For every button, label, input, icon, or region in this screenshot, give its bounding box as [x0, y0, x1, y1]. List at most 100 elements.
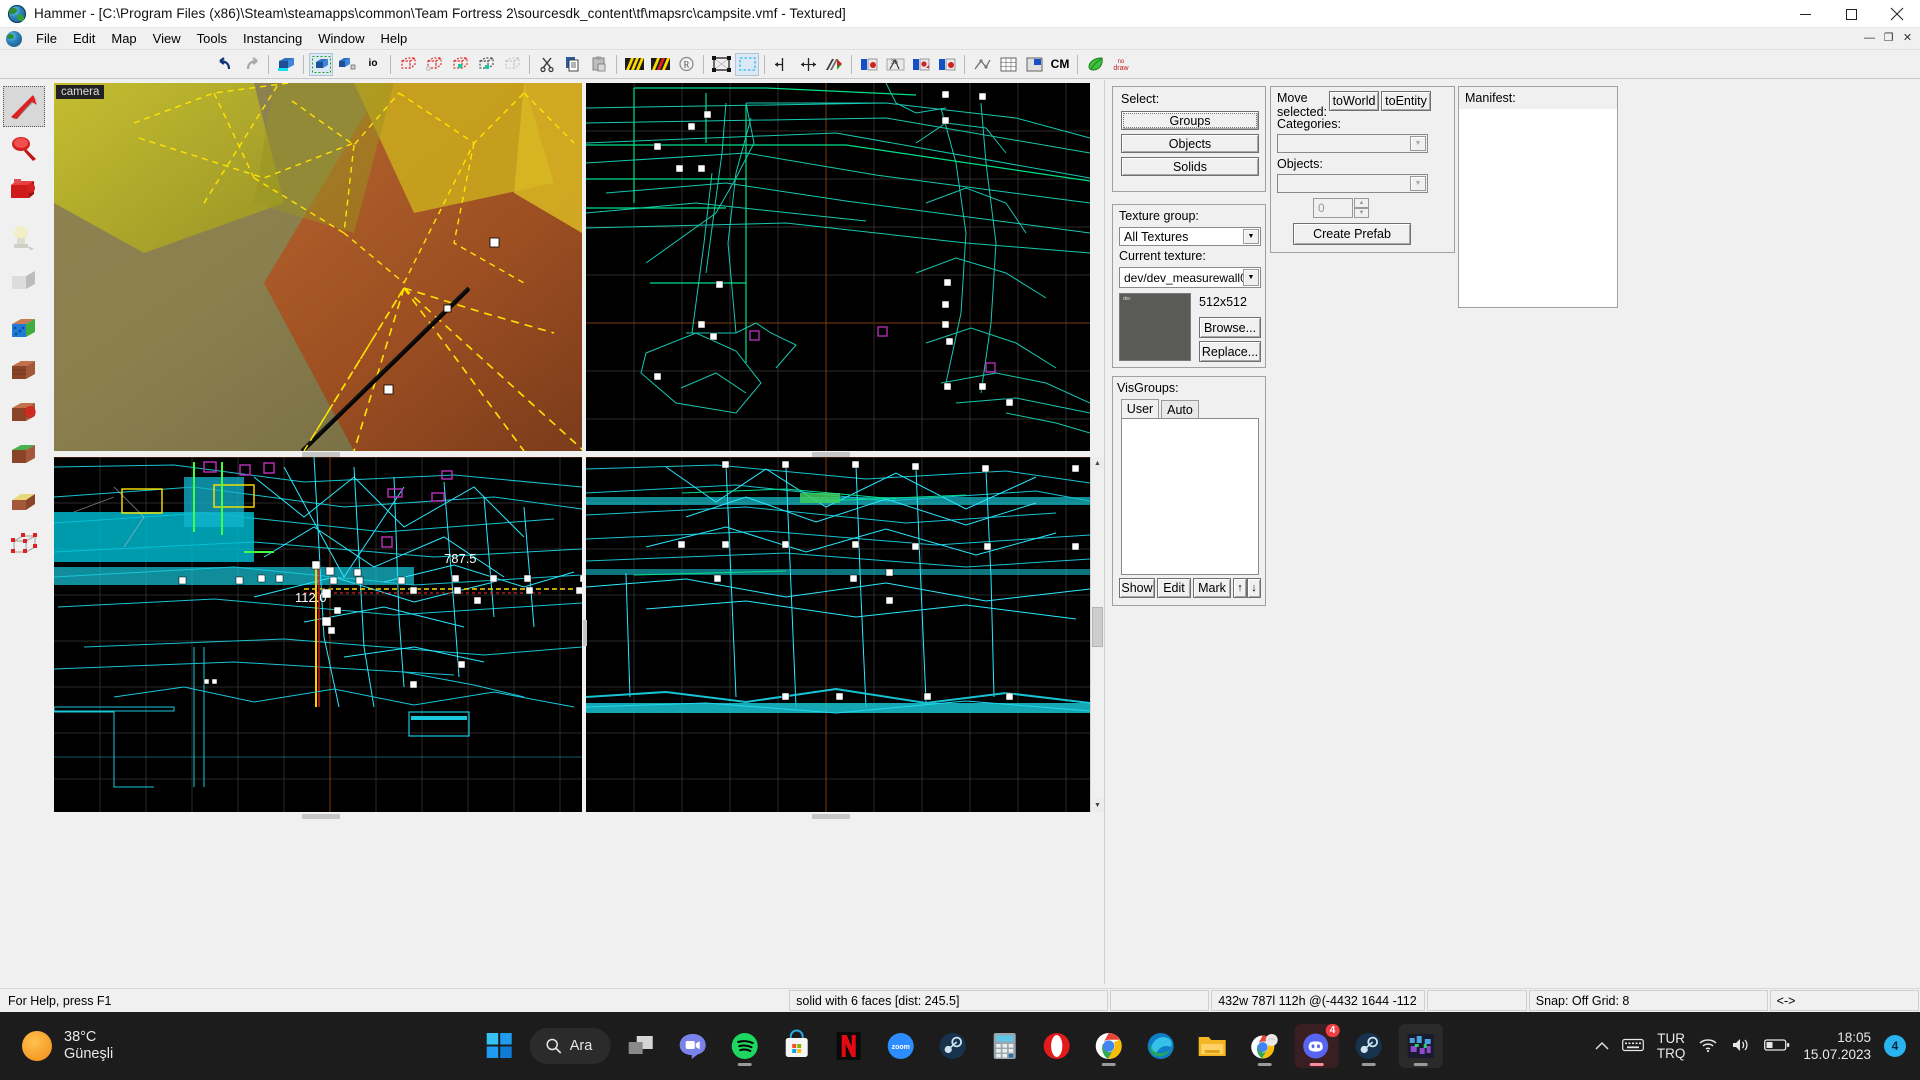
prefab-count-spinner-down[interactable]: ▼ — [1354, 208, 1369, 218]
battery-icon[interactable] — [1764, 1038, 1790, 1055]
flip-horizontal-button[interactable] — [770, 53, 794, 76]
menu-instancing[interactable]: Instancing — [235, 29, 310, 48]
texture-lock-button[interactable]: R — [674, 53, 698, 76]
build-button[interactable] — [909, 53, 933, 76]
steam-2-button[interactable] — [1346, 1024, 1390, 1068]
scroll-up-arrow[interactable]: ▲ — [1091, 457, 1104, 470]
no-draw-button[interactable]: no draw — [1109, 53, 1133, 76]
chrome-meet-button[interactable] — [1242, 1024, 1286, 1068]
carve-button[interactable] — [274, 53, 298, 76]
visgroups-edit-button[interactable]: Edit — [1157, 578, 1191, 598]
camera-tool[interactable] — [3, 170, 45, 211]
cordon-tool-button[interactable] — [822, 53, 846, 76]
viewport-splitter-top-right[interactable] — [812, 452, 850, 457]
visgroups-mark-button[interactable]: Mark — [1193, 578, 1231, 598]
hide-selected-button[interactable] — [396, 53, 420, 76]
show-hidden-button[interactable] — [448, 53, 472, 76]
decal-tool[interactable] — [3, 392, 45, 433]
edge-button[interactable] — [1138, 1024, 1182, 1068]
spotify-button[interactable] — [722, 1024, 766, 1068]
select-objects-button[interactable]: Objects — [1121, 134, 1259, 153]
create-prefab-button[interactable]: Create Prefab — [1293, 223, 1411, 245]
categories-combo[interactable]: ▼ — [1277, 134, 1428, 153]
viewport-splitter-top-left[interactable] — [302, 452, 340, 457]
chevron-up-icon[interactable] — [1595, 1039, 1609, 1054]
texture-tool[interactable] — [3, 308, 45, 349]
menu-file[interactable]: File — [28, 29, 65, 48]
texture-preview[interactable]: dev — [1119, 293, 1191, 361]
chevron-down-icon-2[interactable]: ▼ — [1243, 269, 1259, 286]
ungroup-button[interactable] — [335, 53, 359, 76]
show-all-button[interactable] — [500, 53, 524, 76]
file-explorer-button[interactable] — [1190, 1024, 1234, 1068]
menu-help[interactable]: Help — [372, 29, 415, 48]
calculator-button[interactable] — [982, 1024, 1026, 1068]
snap-to-grid-button[interactable] — [970, 53, 994, 76]
run-map-alt-button[interactable]: 3b — [883, 53, 907, 76]
menu-window[interactable]: Window — [310, 29, 372, 48]
copy-button[interactable] — [561, 53, 585, 76]
leaf-icon-button[interactable] — [1083, 53, 1107, 76]
overlay-tool[interactable] — [3, 434, 45, 475]
search-input[interactable]: Ara — [529, 1028, 611, 1064]
block-tool[interactable] — [3, 260, 45, 301]
mdi-minimize-button[interactable]: — — [1861, 29, 1878, 46]
viewport-splitter-bottom-right[interactable] — [812, 814, 850, 819]
steam-button[interactable] — [930, 1024, 974, 1068]
chevron-down-icon-3[interactable]: ▼ — [1410, 136, 1426, 151]
wifi-icon[interactable] — [1698, 1037, 1718, 1056]
hide-helpers-button[interactable] — [474, 53, 498, 76]
weather-widget[interactable]: 38°C Güneşli — [22, 1029, 113, 1063]
viewport-vertical-scrollbar[interactable]: ▲ ▼ — [1090, 457, 1104, 812]
run-map-button[interactable] — [857, 53, 881, 76]
speaker-icon[interactable] — [1731, 1037, 1751, 1056]
to-world-button[interactable]: toWorld — [1329, 91, 1379, 111]
opera-button[interactable] — [1034, 1024, 1078, 1068]
select-solids-button[interactable]: Solids — [1121, 157, 1259, 176]
manifest-list[interactable] — [1459, 109, 1617, 307]
minimize-button[interactable] — [1782, 0, 1828, 28]
menu-edit[interactable]: Edit — [65, 29, 103, 48]
visgroups-move-down-button[interactable]: ↓ — [1247, 578, 1261, 598]
task-view-button[interactable] — [618, 1024, 662, 1068]
magnify-tool[interactable] — [3, 128, 45, 169]
objects-combo[interactable]: ▼ — [1277, 174, 1428, 193]
show-grid-button[interactable] — [996, 53, 1020, 76]
visgroups-list[interactable] — [1121, 418, 1259, 575]
discord-button[interactable]: 4 — [1294, 1024, 1340, 1068]
scroll-down-arrow[interactable]: ▼ — [1091, 799, 1104, 812]
maximize-button[interactable] — [1828, 0, 1874, 28]
toggle-selection-button[interactable] — [709, 53, 733, 76]
viewport-splitter-bottom-left[interactable] — [302, 814, 340, 819]
mdi-close-button[interactable]: ✕ — [1899, 29, 1916, 46]
texture-replace-button[interactable]: Replace... — [1199, 341, 1261, 362]
start-button[interactable] — [478, 1024, 522, 1068]
selection-tool[interactable] — [3, 86, 45, 127]
vertex-tool[interactable] — [3, 524, 45, 565]
texture-application-button[interactable] — [622, 53, 646, 76]
viewport-splitter-vertical[interactable] — [583, 620, 587, 646]
paste-button[interactable] — [587, 53, 611, 76]
viewport-top[interactable] — [586, 83, 1090, 451]
flip-vertical-button[interactable] — [796, 53, 820, 76]
clipping-tool[interactable] — [3, 482, 45, 523]
viewport-side[interactable] — [586, 457, 1090, 812]
visgroups-move-up-button[interactable]: ↑ — [1233, 578, 1247, 598]
texture-browse-button[interactable]: Browse... — [1199, 317, 1261, 338]
menu-view[interactable]: View — [145, 29, 189, 48]
menu-map[interactable]: Map — [103, 29, 144, 48]
texture-group-combo[interactable]: All Textures ▼ — [1119, 227, 1261, 246]
viewport-3d-camera[interactable]: camera — [54, 83, 582, 451]
close-button[interactable] — [1874, 0, 1920, 28]
clock[interactable]: 18:05 15.07.2023 — [1803, 1029, 1871, 1063]
notification-badge[interactable]: 4 — [1884, 1035, 1906, 1057]
hammer-button[interactable] — [1398, 1024, 1443, 1068]
prefab-count-spinner-up[interactable]: ▲ — [1354, 198, 1369, 208]
select-groups-button[interactable]: Groups — [1121, 111, 1259, 130]
visgroups-show-button[interactable]: Show — [1119, 578, 1155, 598]
mdi-restore-button[interactable]: ❐ — [1880, 29, 1897, 46]
group-button[interactable] — [309, 52, 333, 76]
to-entity-button[interactable]: toEntity — [1381, 91, 1431, 111]
apply-decals-button[interactable] — [648, 53, 672, 76]
apply-texture-tool[interactable] — [3, 350, 45, 391]
